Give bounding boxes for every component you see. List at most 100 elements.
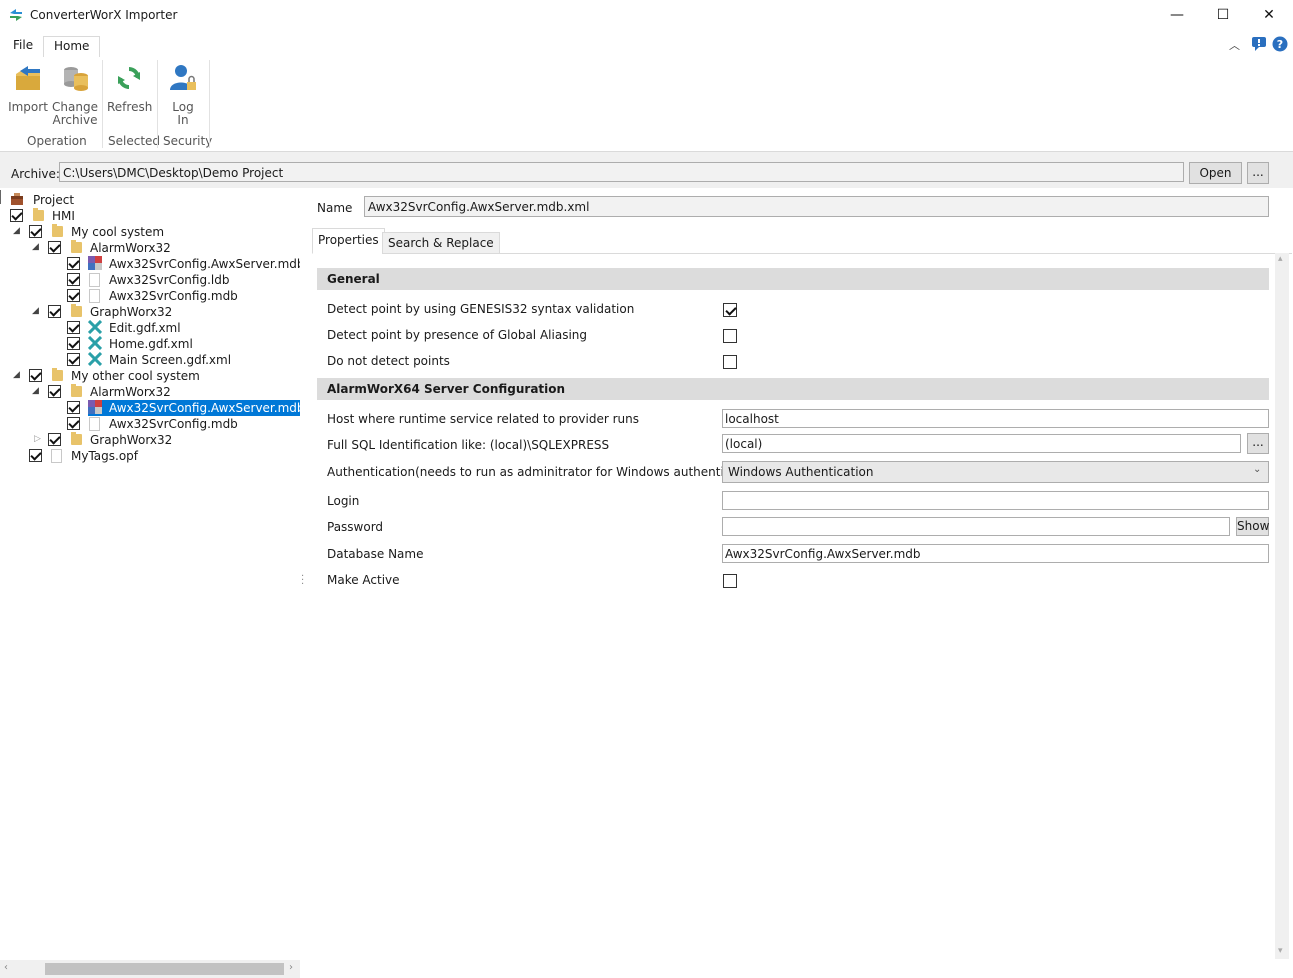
- tab-file[interactable]: File: [3, 36, 43, 56]
- tree-node-label[interactable]: MyTags.opf: [71, 448, 138, 464]
- expand-arrow-icon[interactable]: ◢: [13, 226, 20, 236]
- password-label: Password: [327, 520, 384, 534]
- tree-node-label[interactable]: AlarmWorx32: [90, 240, 171, 256]
- login-button[interactable]: Log In: [164, 62, 202, 127]
- auth-select[interactable]: Windows Authentication ⌄: [722, 461, 1269, 483]
- tree-node-label[interactable]: GraphWorx32: [90, 432, 172, 448]
- refresh-button[interactable]: Refresh: [107, 62, 152, 114]
- database-name-input[interactable]: Awx32SvrConfig.AwxServer.mdb: [722, 544, 1269, 563]
- make-active-label: Make Active: [327, 573, 400, 587]
- login-input[interactable]: [722, 491, 1269, 510]
- splitter-grip-icon[interactable]: · · ·: [301, 572, 304, 590]
- tree-node-label[interactable]: GraphWorx32: [90, 304, 172, 320]
- tree-node-label[interactable]: Edit.gdf.xml: [109, 320, 181, 336]
- scrollbar-thumb[interactable]: [45, 963, 284, 975]
- host-label: Host where runtime service related to pr…: [327, 412, 640, 426]
- make-active-checkbox[interactable]: [723, 574, 737, 588]
- file-icon: [89, 289, 100, 303]
- tree-checkbox[interactable]: [29, 449, 42, 462]
- section-header-server: AlarmWorX64 Server Configuration: [317, 378, 1269, 400]
- detect-genesis-checkbox[interactable]: [723, 303, 737, 317]
- sql-browse-button[interactable]: ...: [1247, 433, 1269, 454]
- scroll-right-icon[interactable]: ›: [289, 962, 293, 973]
- tree-checkbox[interactable]: [48, 305, 61, 318]
- archive-path-field[interactable]: C:\Users\DMC\Desktop\Demo Project: [59, 162, 1184, 182]
- tree-checkbox[interactable]: [67, 337, 80, 350]
- tab-search-replace[interactable]: Search & Replace: [382, 232, 500, 254]
- folder-icon: [71, 432, 82, 445]
- tree-node-label[interactable]: My cool system: [71, 224, 164, 240]
- tree-node-label[interactable]: AlarmWorx32: [90, 384, 171, 400]
- tree-checkbox[interactable]: [67, 257, 80, 270]
- tree-checkbox[interactable]: [67, 353, 80, 366]
- tree-checkbox[interactable]: [67, 417, 80, 430]
- no-detect-label: Do not detect points: [327, 354, 450, 368]
- archive-browse-button[interactable]: ...: [1247, 162, 1269, 184]
- tree-node-label[interactable]: My other cool system: [71, 368, 200, 384]
- password-input[interactable]: [722, 517, 1230, 536]
- tree-edge-marker: [0, 190, 3, 204]
- open-button[interactable]: Open: [1189, 162, 1242, 184]
- folder-icon: [71, 384, 82, 397]
- detect-alias-checkbox[interactable]: [723, 329, 737, 343]
- scroll-down-icon[interactable]: ▾: [1278, 946, 1283, 956]
- details-vertical-scrollbar[interactable]: [1275, 253, 1289, 959]
- database-name-label: Database Name: [327, 547, 424, 561]
- collapse-arrow-icon[interactable]: ▷: [34, 434, 41, 444]
- tab-home[interactable]: Home: [43, 36, 101, 58]
- tree-node-label[interactable]: Awx32SvrConfig.ldb: [109, 272, 229, 288]
- svg-text:?: ?: [1277, 38, 1283, 51]
- no-detect-checkbox[interactable]: [723, 355, 737, 369]
- tree-node-label[interactable]: Awx32SvrConfig.AwxServer.mdb.xml: [109, 256, 330, 272]
- import-icon: [16, 66, 40, 90]
- tree-node-label[interactable]: Home.gdf.xml: [109, 336, 193, 352]
- expand-arrow-icon[interactable]: ◢: [32, 242, 39, 252]
- chevron-down-icon: ⌄: [1253, 464, 1262, 475]
- tree-node-label-selected[interactable]: Awx32SvrConfig.AwxServer.mdb.xml: [109, 400, 330, 416]
- show-password-button[interactable]: Show: [1236, 517, 1269, 536]
- tree-checkbox[interactable]: [10, 209, 23, 222]
- file-icon: [89, 273, 100, 287]
- ribbon-separator: [102, 60, 103, 148]
- expand-arrow-icon[interactable]: ◢: [13, 370, 20, 380]
- minimize-button[interactable]: —: [1154, 0, 1200, 32]
- group-label-security: Security: [163, 134, 213, 148]
- expand-arrow-icon[interactable]: ◢: [32, 386, 39, 396]
- tree-node-label[interactable]: HMI: [52, 208, 75, 224]
- sql-label: Full SQL Identification like: (local)\SQ…: [327, 438, 610, 452]
- tree-node-label[interactable]: Main Screen.gdf.xml: [109, 352, 231, 368]
- tree-checkbox[interactable]: [29, 369, 42, 382]
- feedback-icon[interactable]: [1251, 36, 1267, 52]
- tree-checkbox[interactable]: [29, 225, 42, 238]
- change-archive-button[interactable]: Change Archive: [52, 62, 98, 127]
- window-title: ConverterWorX Importer: [30, 8, 178, 22]
- expand-arrow-icon[interactable]: ◢: [32, 306, 39, 316]
- sql-input[interactable]: (local): [722, 434, 1241, 453]
- maximize-button[interactable]: ☐: [1200, 0, 1246, 32]
- tab-properties[interactable]: Properties: [312, 228, 385, 254]
- host-input[interactable]: localhost: [722, 409, 1269, 428]
- user-icon: [170, 65, 196, 90]
- tree-checkbox[interactable]: [67, 401, 80, 414]
- scroll-left-icon[interactable]: ‹: [4, 962, 8, 973]
- tree-checkbox[interactable]: [48, 433, 61, 446]
- import-button[interactable]: Import: [8, 62, 48, 114]
- tree-node-label[interactable]: Project: [33, 192, 74, 208]
- tree-checkbox[interactable]: [48, 385, 61, 398]
- tree-checkbox[interactable]: [48, 241, 61, 254]
- tree-node-label[interactable]: Awx32SvrConfig.mdb: [109, 288, 238, 304]
- display-file-icon: [88, 352, 102, 366]
- tree-checkbox[interactable]: [67, 321, 80, 334]
- auth-select-value: Windows Authentication: [728, 465, 874, 479]
- tree-node-label[interactable]: Awx32SvrConfig.mdb: [109, 416, 238, 432]
- close-button[interactable]: ✕: [1246, 0, 1292, 32]
- name-field[interactable]: Awx32SvrConfig.AwxServer.mdb.xml: [364, 196, 1269, 217]
- alarm-config-icon: [88, 400, 102, 414]
- help-icon[interactable]: ?: [1272, 36, 1288, 52]
- display-file-icon: [88, 336, 102, 350]
- tree-checkbox[interactable]: [67, 273, 80, 286]
- scroll-up-icon[interactable]: ▴: [1278, 254, 1283, 264]
- collapse-ribbon-icon[interactable]: ︿: [1229, 37, 1240, 53]
- folder-icon: [71, 304, 82, 317]
- tree-checkbox[interactable]: [67, 289, 80, 302]
